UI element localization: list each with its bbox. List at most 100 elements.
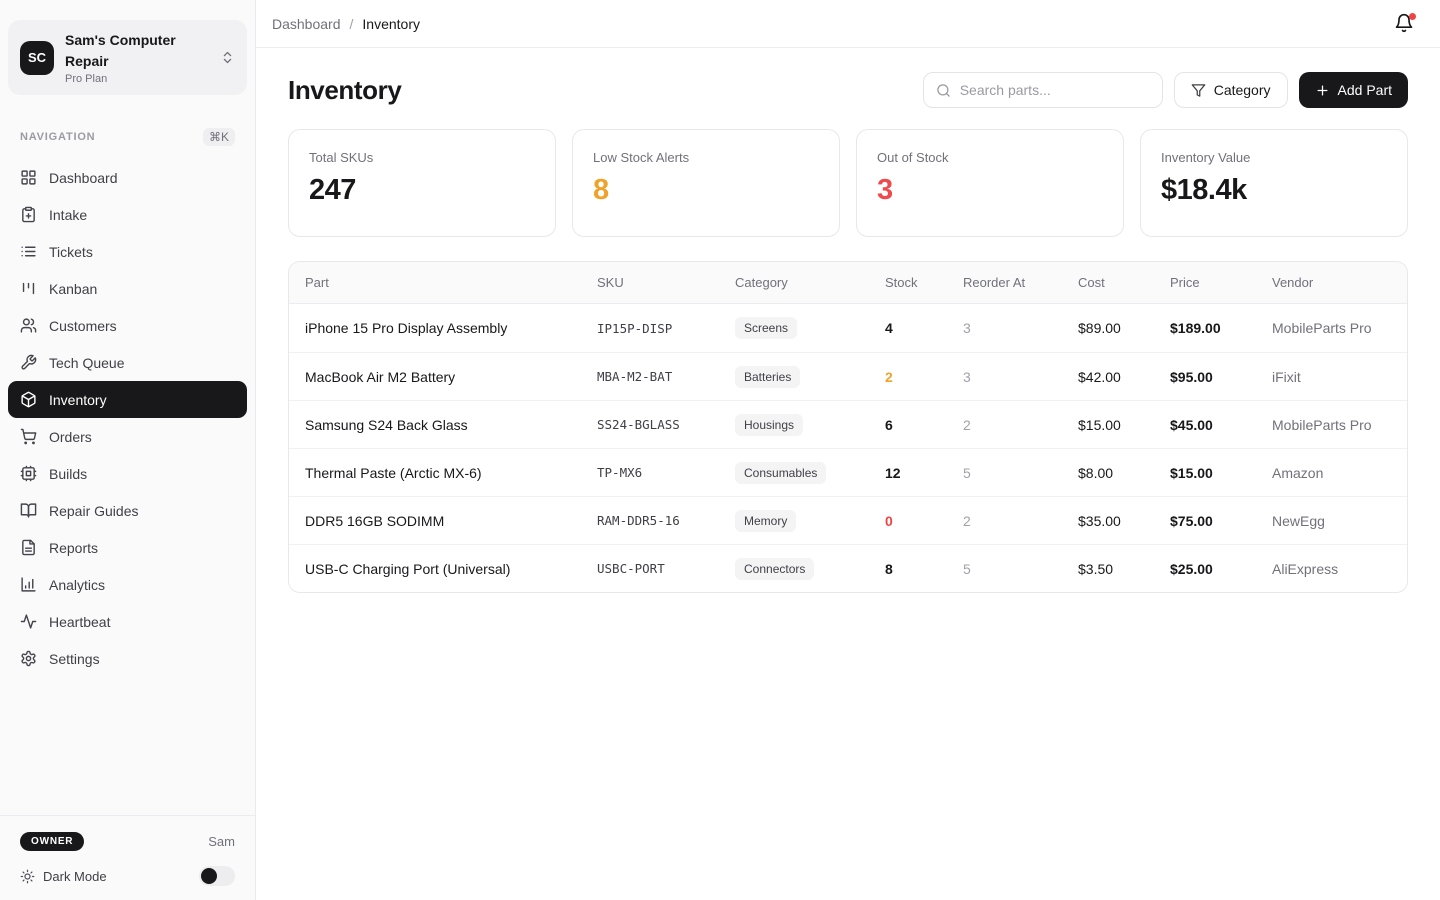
- notifications-bell-icon[interactable]: [1394, 13, 1416, 35]
- stat-value: 247: [309, 174, 535, 207]
- column-header-part: Part: [305, 275, 597, 290]
- table-row[interactable]: MacBook Air M2 Battery MBA-M2-BAT Batter…: [289, 352, 1407, 400]
- column-header-cost: Cost: [1078, 275, 1170, 290]
- sidebar-item-label: Reports: [49, 540, 98, 556]
- sidebar-item-inventory[interactable]: Inventory: [8, 381, 247, 418]
- vendor-cell: NewEgg: [1272, 513, 1391, 529]
- sku-cell: SS24-BGLASS: [597, 417, 735, 432]
- layout-grid-icon: [20, 169, 37, 186]
- sidebar-item-label: Tickets: [49, 244, 93, 260]
- category-badge: Consumables: [735, 462, 826, 484]
- gear-icon: [20, 650, 37, 667]
- list-icon: [20, 243, 37, 260]
- inventory-table: Part SKU Category Stock Reorder At Cost …: [288, 261, 1408, 593]
- stat-card: Out of Stock 3: [856, 129, 1124, 237]
- table-row[interactable]: Samsung S24 Back Glass SS24-BGLASS Housi…: [289, 400, 1407, 448]
- content: Inventory Category: [256, 48, 1440, 593]
- part-name-cell: DDR5 16GB SODIMM: [305, 513, 597, 529]
- dark-mode-toggle[interactable]: [199, 866, 235, 886]
- stock-cell: 2: [885, 369, 963, 385]
- sidebar-item-intake[interactable]: Intake: [8, 196, 247, 233]
- sidebar-item-dashboard[interactable]: Dashboard: [8, 159, 247, 196]
- sun-icon: [20, 869, 35, 884]
- cpu-icon: [20, 465, 37, 482]
- reorder-at-cell: 3: [963, 369, 1078, 385]
- sidebar-item-tech-queue[interactable]: Tech Queue: [8, 344, 247, 381]
- cost-cell: $15.00: [1078, 417, 1170, 433]
- sidebar-item-label: Settings: [49, 651, 100, 667]
- price-cell: $189.00: [1170, 320, 1272, 336]
- category-cell: Memory: [735, 510, 885, 532]
- controls: Category Add Part: [923, 72, 1408, 108]
- sidebar-item-reports[interactable]: Reports: [8, 529, 247, 566]
- category-filter-button[interactable]: Category: [1174, 72, 1288, 108]
- stat-label: Inventory Value: [1161, 150, 1387, 165]
- column-header-stock: Stock: [885, 275, 963, 290]
- reorder-at-cell: 5: [963, 561, 1078, 577]
- activity-icon: [20, 613, 37, 630]
- reorder-at-cell: 2: [963, 417, 1078, 433]
- sidebar-item-label: Kanban: [49, 281, 97, 297]
- category-badge: Housings: [735, 414, 803, 436]
- sidebar-item-orders[interactable]: Orders: [8, 418, 247, 455]
- category-button-label: Category: [1214, 82, 1271, 98]
- workspace-name: Sam's Computer Repair: [65, 30, 209, 72]
- stat-value: 3: [877, 174, 1103, 207]
- sidebar-item-label: Customers: [49, 318, 117, 334]
- table-row[interactable]: DDR5 16GB SODIMM RAM-DDR5-16 Memory 0 2 …: [289, 496, 1407, 544]
- price-cell: $95.00: [1170, 369, 1272, 385]
- page-title: Inventory: [288, 75, 401, 106]
- nav-section-header: NAVIGATION ⌘K: [20, 128, 235, 146]
- table-row[interactable]: Thermal Paste (Arctic MX-6) TP-MX6 Consu…: [289, 448, 1407, 496]
- sidebar-item-customers[interactable]: Customers: [8, 307, 247, 344]
- package-icon: [20, 391, 37, 408]
- workspace-plan: Pro Plan: [65, 73, 209, 85]
- category-cell: Consumables: [735, 462, 885, 484]
- add-part-button[interactable]: Add Part: [1299, 72, 1408, 108]
- stat-label: Low Stock Alerts: [593, 150, 819, 165]
- breadcrumb-dashboard[interactable]: Dashboard: [272, 16, 341, 32]
- column-header-vendor: Vendor: [1272, 275, 1391, 290]
- sidebar-item-heartbeat[interactable]: Heartbeat: [8, 603, 247, 640]
- shopping-cart-icon: [20, 428, 37, 445]
- sidebar-item-settings[interactable]: Settings: [8, 640, 247, 677]
- search-icon: [936, 83, 951, 98]
- sidebar-item-label: Tech Queue: [49, 355, 125, 371]
- bar-chart-icon: [20, 576, 37, 593]
- column-header-sku: SKU: [597, 275, 735, 290]
- table-row[interactable]: iPhone 15 Pro Display Assembly IP15P-DIS…: [289, 304, 1407, 352]
- sidebar-item-kanban[interactable]: Kanban: [8, 270, 247, 307]
- chevrons-up-down-icon: [220, 50, 235, 65]
- sidebar-item-label: Dashboard: [49, 170, 118, 186]
- cost-cell: $3.50: [1078, 561, 1170, 577]
- part-name-cell: Samsung S24 Back Glass: [305, 417, 597, 433]
- workspace-avatar: SC: [20, 41, 54, 75]
- search-box: [923, 72, 1163, 108]
- reorder-at-cell: 2: [963, 513, 1078, 529]
- table-body: iPhone 15 Pro Display Assembly IP15P-DIS…: [289, 304, 1407, 592]
- cost-cell: $89.00: [1078, 320, 1170, 336]
- title-row: Inventory Category: [288, 72, 1408, 108]
- sidebar-item-tickets[interactable]: Tickets: [8, 233, 247, 270]
- sidebar-item-repair-guides[interactable]: Repair Guides: [8, 492, 247, 529]
- sidebar-item-builds[interactable]: Builds: [8, 455, 247, 492]
- vendor-cell: AliExpress: [1272, 561, 1391, 577]
- workspace-switcher[interactable]: SC Sam's Computer Repair Pro Plan: [8, 20, 247, 95]
- category-badge: Connectors: [735, 558, 814, 580]
- workspace-text: Sam's Computer Repair Pro Plan: [65, 30, 209, 85]
- breadcrumb-separator: /: [350, 16, 354, 32]
- part-name-cell: Thermal Paste (Arctic MX-6): [305, 465, 597, 481]
- stat-card: Total SKUs 247: [288, 129, 556, 237]
- sku-cell: TP-MX6: [597, 465, 735, 480]
- part-name-cell: USB-C Charging Port (Universal): [305, 561, 597, 577]
- stock-cell: 4: [885, 320, 963, 336]
- dark-mode-row: Dark Mode: [20, 866, 235, 886]
- sidebar-item-analytics[interactable]: Analytics: [8, 566, 247, 603]
- category-cell: Screens: [735, 317, 885, 339]
- main-area: Dashboard / Inventory Inventory: [256, 0, 1440, 900]
- sku-cell: USBC-PORT: [597, 561, 735, 576]
- topbar: Dashboard / Inventory: [256, 0, 1440, 48]
- search-input[interactable]: [960, 82, 1150, 98]
- category-cell: Housings: [735, 414, 885, 436]
- table-row[interactable]: USB-C Charging Port (Universal) USBC-POR…: [289, 544, 1407, 592]
